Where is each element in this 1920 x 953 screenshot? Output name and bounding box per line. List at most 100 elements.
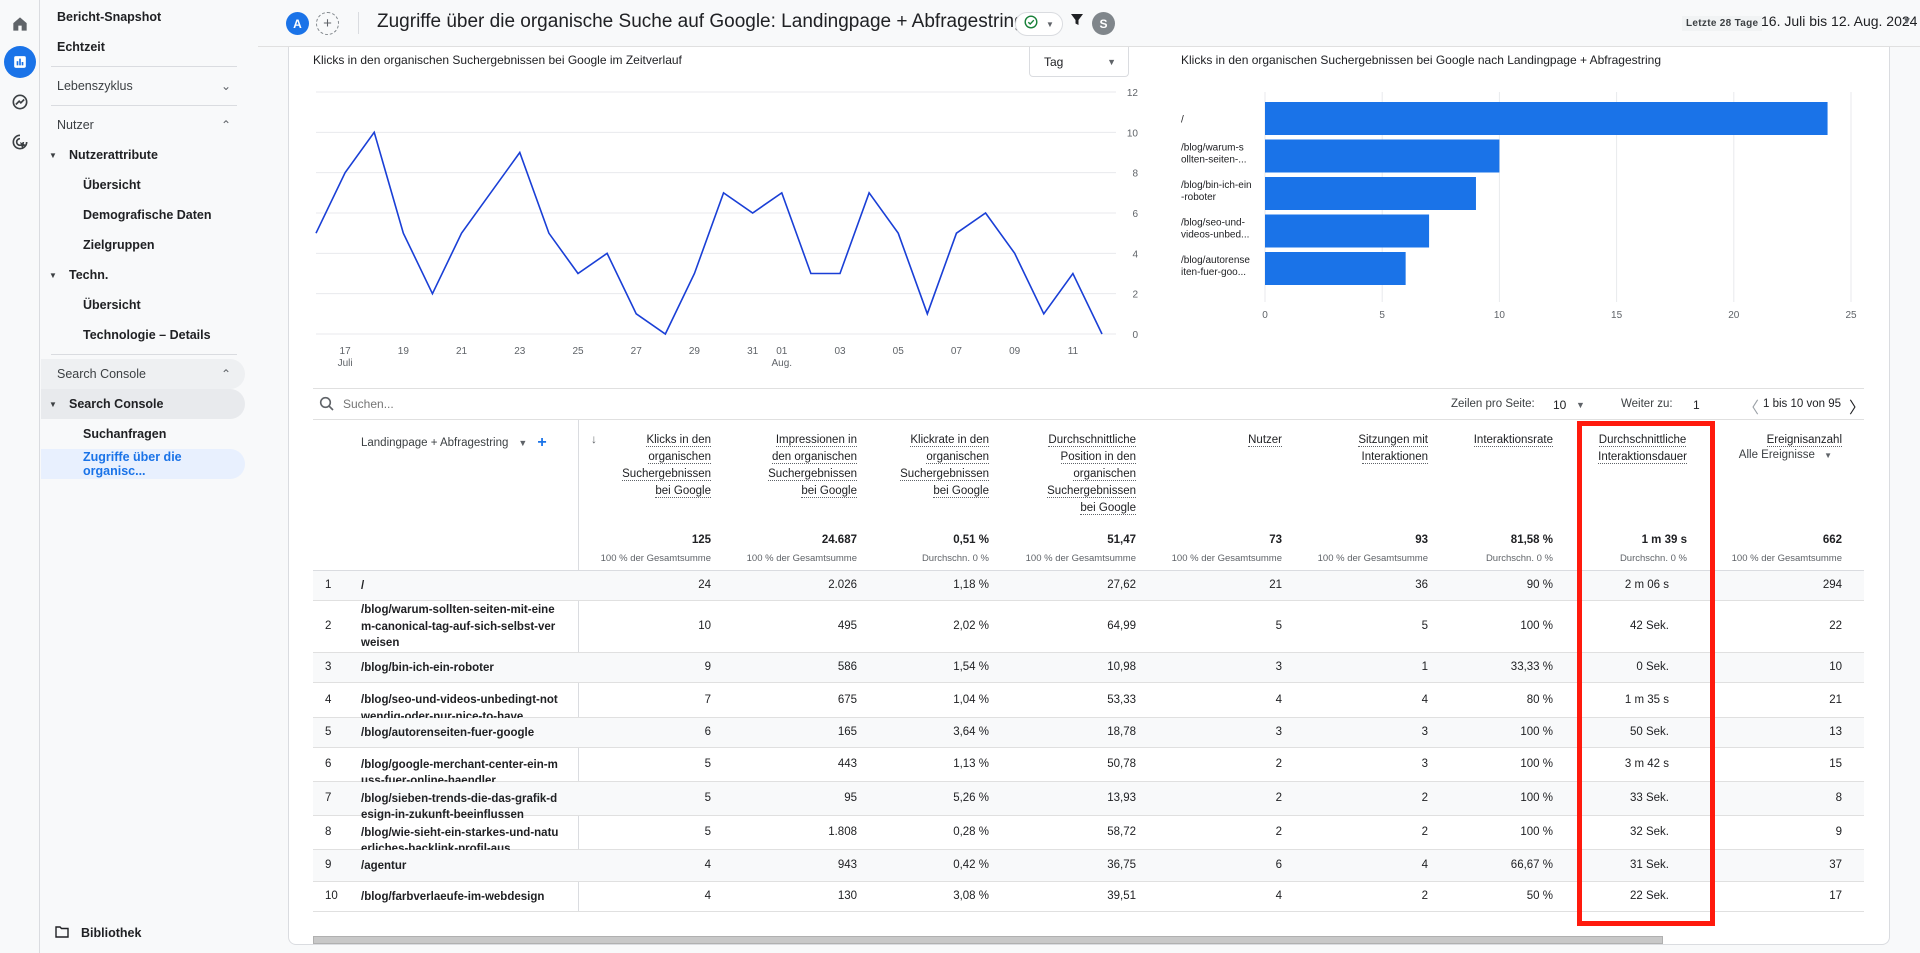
sidebar-section-nutzer[interactable]: Nutzer ⌃ xyxy=(41,110,245,140)
table-toolbar: Zeilen pro Seite: 10 ▼ Weiter zu: 1 〈 1 … xyxy=(313,388,1865,420)
metric-cell: 10 xyxy=(698,620,711,632)
rows-per-page-label: Zeilen pro Seite: xyxy=(1451,398,1535,410)
landing-page-cell[interactable]: / xyxy=(361,578,561,595)
rows-per-page-select[interactable]: 10 xyxy=(1553,398,1566,412)
metric-cell: 53,33 xyxy=(1107,693,1136,706)
sidebar-item-nutzerattribute[interactable]: ▼ Nutzerattribute xyxy=(41,140,245,170)
date-preset-label[interactable]: Letzte 28 Tage xyxy=(1682,16,1763,31)
metric-cell: 3 xyxy=(1275,726,1282,738)
sidebar-nav: Bericht-Snapshot Echtzeit Lebenszyklus ⌄ … xyxy=(41,0,257,953)
sidebar-item-uebersicht-techn[interactable]: Übersicht xyxy=(41,290,245,320)
reports-icon[interactable] xyxy=(4,46,36,78)
caret-down-icon[interactable]: ▼ xyxy=(1576,400,1585,410)
event-filter-select[interactable]: Alle Ereignisse ▼ xyxy=(1739,449,1832,461)
sidebar-item-echtzeit[interactable]: Echtzeit xyxy=(41,32,245,62)
date-range[interactable]: 16. Juli bis 12. Aug. 2024 xyxy=(1761,13,1917,29)
filter-icon[interactable] xyxy=(1070,13,1084,32)
metric-cell: 2 xyxy=(1421,826,1428,838)
sidebar-item-demografische-daten[interactable]: Demografische Daten xyxy=(41,200,245,230)
line-chart-title: Klicks in den organischen Suchergebnisse… xyxy=(313,53,682,67)
dimension-header[interactable]: Landingpage + Abfragestring ▼ + xyxy=(361,434,547,452)
sidebar-item-bericht-snapshot[interactable]: Bericht-Snapshot xyxy=(41,2,245,32)
metric-cell: 5 xyxy=(704,792,711,804)
x-tick-label: 15 xyxy=(1611,310,1623,320)
y-tick-label: 10 xyxy=(1127,128,1139,139)
metric-cell: 36,75 xyxy=(1107,859,1136,871)
column-total-subtext: 100 % der Gesamtsumme xyxy=(746,553,857,564)
column-header[interactable]: Impressionen in den organischen Suchergebn… xyxy=(768,432,857,500)
report-header: A + Zugriffe über die organische Suche a… xyxy=(258,0,1920,47)
icon-rail xyxy=(0,0,40,953)
sidebar-item-techn[interactable]: ▼ Techn. xyxy=(41,260,245,290)
metric-cell: 80 % xyxy=(1526,693,1553,706)
granularity-select[interactable]: Tag ▼ xyxy=(1029,47,1129,77)
sidebar-item-suchanfragen[interactable]: Suchanfragen xyxy=(41,419,245,449)
row-index: 10 xyxy=(325,890,338,902)
explore-icon[interactable] xyxy=(4,86,36,118)
sidebar-item-search-console[interactable]: ▼ Search Console xyxy=(41,389,245,419)
comparison-avatar[interactable]: A xyxy=(286,12,309,35)
horizontal-scrollbar[interactable] xyxy=(313,936,1663,944)
metric-cell: 100 % xyxy=(1520,620,1553,632)
metric-cell: 0,28 % xyxy=(953,826,989,838)
column-header-line: Ereignisanzahl xyxy=(1766,434,1842,447)
sidebar-section-lebenszyklus[interactable]: Lebenszyklus ⌄ xyxy=(41,71,245,101)
column-total-subtext: 100 % der Gesamtsumme xyxy=(1731,553,1842,564)
metric-cell: 33,33 % xyxy=(1510,661,1553,673)
metric-cell: 3,08 % xyxy=(953,890,989,902)
add-comparison-button[interactable]: + xyxy=(316,12,339,35)
sidebar-item-zielgruppen[interactable]: Zielgruppen xyxy=(41,230,245,260)
user-avatar[interactable]: S xyxy=(1092,12,1115,35)
chevron-right-icon[interactable]: 〉 xyxy=(1849,394,1865,418)
x-tick-label: 07 xyxy=(951,346,963,357)
metric-cell: 4 xyxy=(1275,693,1282,706)
add-dimension-icon[interactable]: + xyxy=(537,434,546,452)
column-header[interactable]: Ereignisanzahl xyxy=(1766,432,1842,449)
metric-cell: 13 xyxy=(1829,726,1842,738)
caret-down-icon: ▼ xyxy=(49,399,57,409)
table-search-input[interactable] xyxy=(343,394,643,414)
category-label: / xyxy=(1181,115,1184,126)
sidebar-item-uebersicht-nutzer[interactable]: Übersicht xyxy=(41,170,245,200)
sidebar-item-bibliothek[interactable]: Bibliothek xyxy=(41,918,245,948)
landing-page-cell[interactable]: /blog/warum-sollten-seiten-mit-einem-can… xyxy=(361,602,561,652)
row-index: 2 xyxy=(325,620,332,632)
caret-down-icon: ▼ xyxy=(49,150,57,160)
column-header[interactable]: Nutzer xyxy=(1248,432,1282,449)
landing-page-cell[interactable]: /agentur xyxy=(361,858,561,875)
landing-page-cell[interactable]: /blog/autorenseiten-fuer-google xyxy=(361,725,561,742)
column-header[interactable]: Klickrate in den organischen Suchergebniss… xyxy=(900,432,989,500)
metric-cell: 100 % xyxy=(1520,726,1553,738)
column-header[interactable]: Durchschnittliche Position in den organisc… xyxy=(1047,432,1136,517)
bar xyxy=(1265,252,1406,285)
metric-cell: 5 xyxy=(1275,620,1282,632)
x-tick-label: 5 xyxy=(1379,310,1385,320)
metric-cell: 2 xyxy=(1421,792,1428,804)
column-total: 24.687 xyxy=(821,534,857,546)
column-header-line: Sitzungen mit xyxy=(1358,434,1428,447)
advertising-icon[interactable] xyxy=(4,126,36,158)
chevron-left-icon[interactable]: 〈 xyxy=(1743,394,1759,418)
column-total-subtext: 100 % der Gesamtsumme xyxy=(1317,553,1428,564)
goto-page-input[interactable]: 1 xyxy=(1693,398,1700,412)
sidebar-item-technologie-details[interactable]: Technologie – Details xyxy=(41,320,245,350)
landing-page-cell[interactable]: /blog/bin-ich-ein-roboter xyxy=(361,660,561,677)
metric-cell: 9 xyxy=(1835,826,1842,838)
y-tick-label: 8 xyxy=(1132,169,1138,180)
column-header[interactable]: Klicks in den organischen Suchergebnissen b… xyxy=(622,432,711,500)
y-tick-label: 6 xyxy=(1132,209,1138,220)
landing-page-cell[interactable]: /blog/farbverlaeufe-im-webdesign xyxy=(361,889,561,906)
row-index: 5 xyxy=(325,726,332,738)
caret-down-icon[interactable]: ▼ xyxy=(518,438,527,448)
column-header[interactable]: Sitzungen mit Interaktionen xyxy=(1358,432,1428,466)
report-status-dropdown[interactable]: ▼ xyxy=(1015,12,1063,36)
home-icon[interactable] xyxy=(4,8,36,40)
caret-down-icon[interactable]: ▼ xyxy=(1902,16,1912,27)
x-tick-label: 20 xyxy=(1728,310,1740,320)
sidebar-section-search-console[interactable]: Search Console ⌃ xyxy=(41,359,245,389)
category-label: /blog/seo-und- xyxy=(1181,218,1245,229)
metric-cell: 2 xyxy=(1421,890,1428,902)
sort-desc-icon[interactable]: ↓ xyxy=(591,432,597,446)
sidebar-item-zugriffe-organische-suche[interactable]: Zugriffe über die organisc... xyxy=(41,449,245,479)
column-header[interactable]: Interaktionsrate xyxy=(1473,432,1553,449)
